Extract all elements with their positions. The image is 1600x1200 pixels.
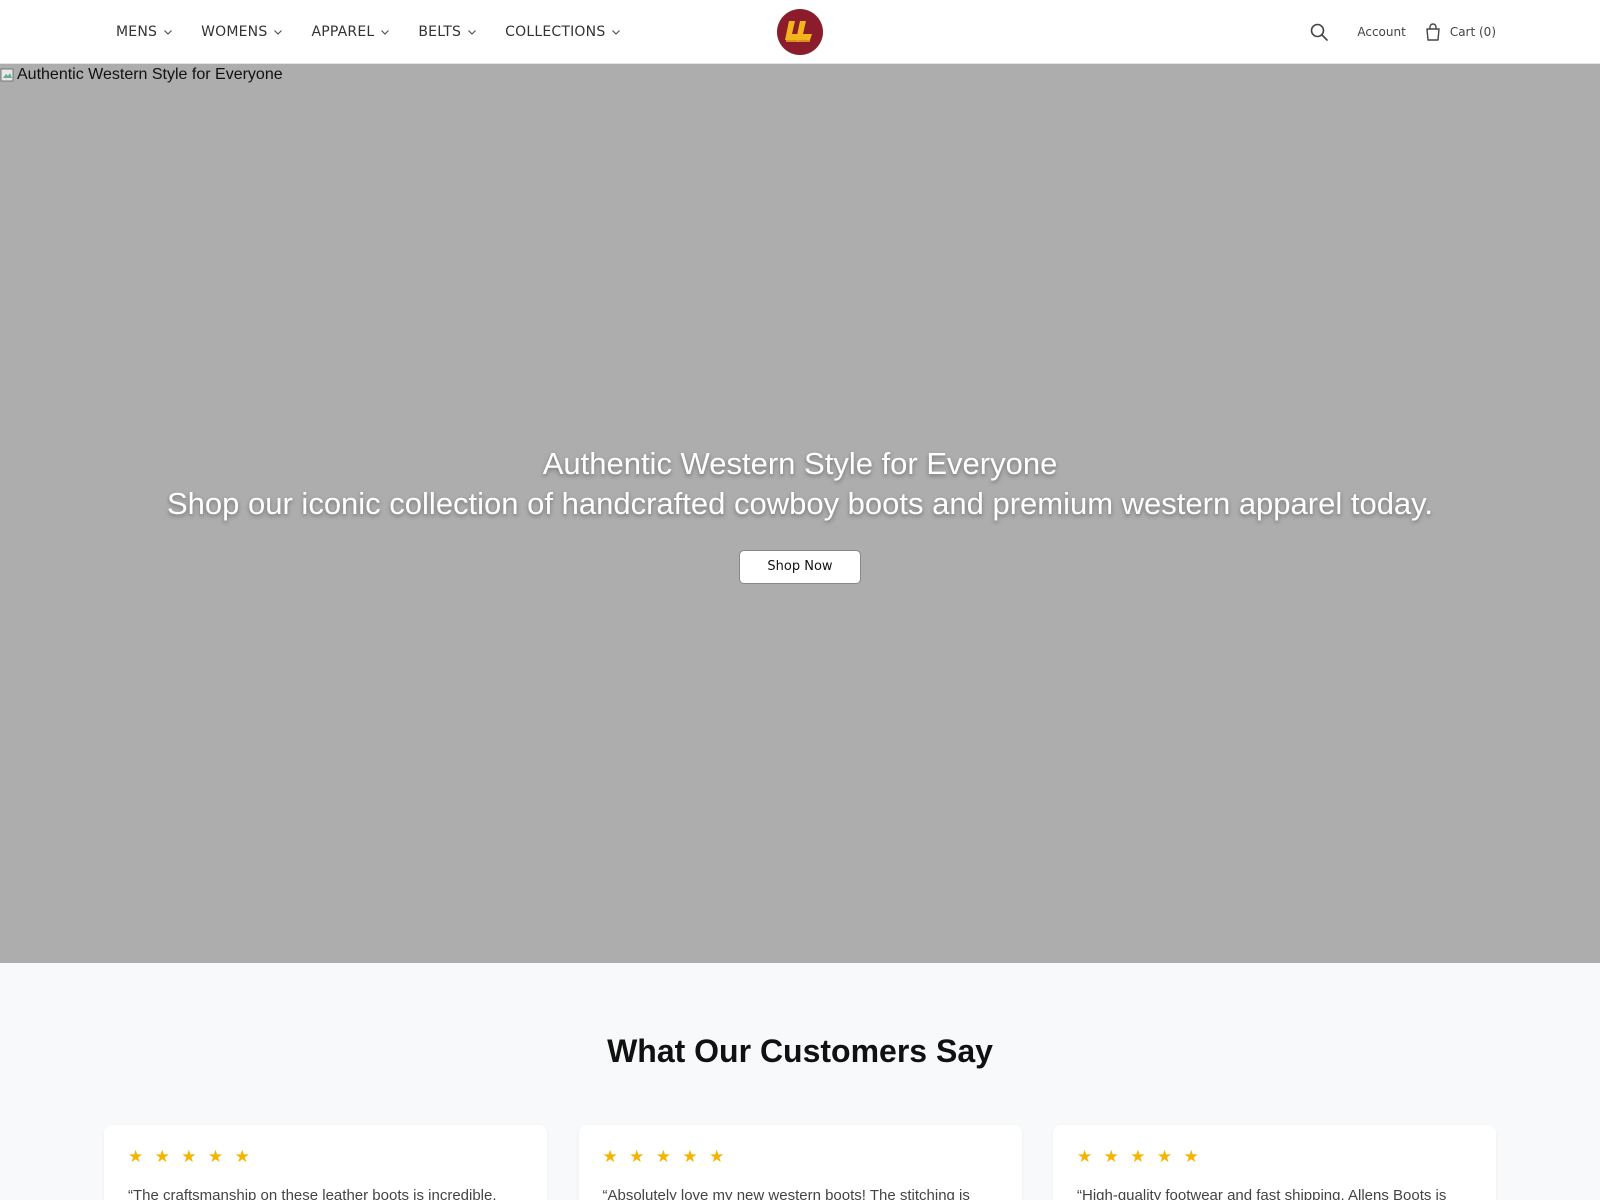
chevron-down-icon (274, 30, 283, 35)
chevron-down-icon (381, 30, 390, 35)
hero-image-alt: Authentic Western Style for Everyone (17, 66, 283, 83)
header-actions: Account Cart (0) (1307, 0, 1496, 64)
star-rating: ★ ★ ★ ★ ★ (1077, 1147, 1202, 1167)
chevron-down-icon (164, 30, 173, 35)
search-button[interactable] (1307, 20, 1331, 44)
nav-item-label: BELTS (418, 24, 462, 40)
testimonial-quote: “The craftsmanship on these leather boot… (128, 1187, 497, 1200)
cart-link[interactable]: Cart (0) (1424, 23, 1496, 41)
site-header: MENS WOMENS APPAREL BELTS COLLECTIONS Ac… (0, 0, 1600, 64)
search-icon (1311, 23, 1329, 41)
hero-banner: Authentic Western Style for Everyone Aut… (0, 64, 1600, 963)
testimonial-list: ★ ★ ★ ★ ★ “The craftsmanship on these le… (104, 1125, 1496, 1200)
testimonial-card: ★ ★ ★ ★ ★ “The craftsmanship on these le… (104, 1125, 547, 1200)
nav-item-label: APPAREL (311, 24, 375, 40)
nav-item-belts[interactable]: BELTS (418, 24, 477, 40)
testimonial-quote: “High-quality footwear and fast shipping… (1077, 1187, 1447, 1200)
hero-title: Authentic Western Style for Everyone (542, 446, 1058, 481)
testimonial-card: ★ ★ ★ ★ ★ “Absolutely love my new wester… (578, 1125, 1022, 1200)
main-nav: MENS WOMENS APPAREL BELTS COLLECTIONS (116, 0, 649, 64)
site-logo[interactable] (777, 9, 823, 55)
nav-item-apparel[interactable]: APPAREL (311, 24, 390, 40)
star-rating: ★ ★ ★ ★ ★ (128, 1147, 253, 1167)
chevron-down-icon (468, 30, 477, 35)
nav-item-label: COLLECTIONS (505, 24, 606, 40)
shop-now-button[interactable]: Shop Now (739, 550, 861, 584)
nav-item-collections[interactable]: COLLECTIONS (505, 24, 621, 40)
testimonial-card: ★ ★ ★ ★ ★ “High-quality footwear and fas… (1053, 1125, 1496, 1200)
shopping-bag-icon (1426, 23, 1440, 41)
chevron-down-icon (612, 30, 621, 35)
nav-item-mens[interactable]: MENS (116, 24, 173, 40)
testimonial-quote: “Absolutely love my new western boots! T… (602, 1187, 970, 1200)
testimonials-section: What Our Customers Say ★ ★ ★ ★ ★ “The cr… (0, 963, 1600, 1200)
nav-item-womens[interactable]: WOMENS (201, 24, 283, 40)
star-rating: ★ ★ ★ ★ ★ (602, 1147, 728, 1167)
hero-content: Authentic Western Style for Everyone Sho… (0, 444, 1600, 584)
boots-logo-icon (785, 21, 812, 42)
hero-image: Authentic Western Style for Everyone (0, 66, 283, 84)
hero-subtitle: Shop our iconic collection of handcrafte… (167, 486, 1433, 521)
cart-label: Cart (0) (1449, 25, 1496, 39)
account-link[interactable]: Account (1357, 25, 1405, 39)
broken-image-icon (0, 68, 14, 82)
nav-item-label: WOMENS (201, 24, 268, 40)
nav-item-label: MENS (116, 24, 158, 40)
section-title: What Our Customers Say (607, 1033, 993, 1069)
